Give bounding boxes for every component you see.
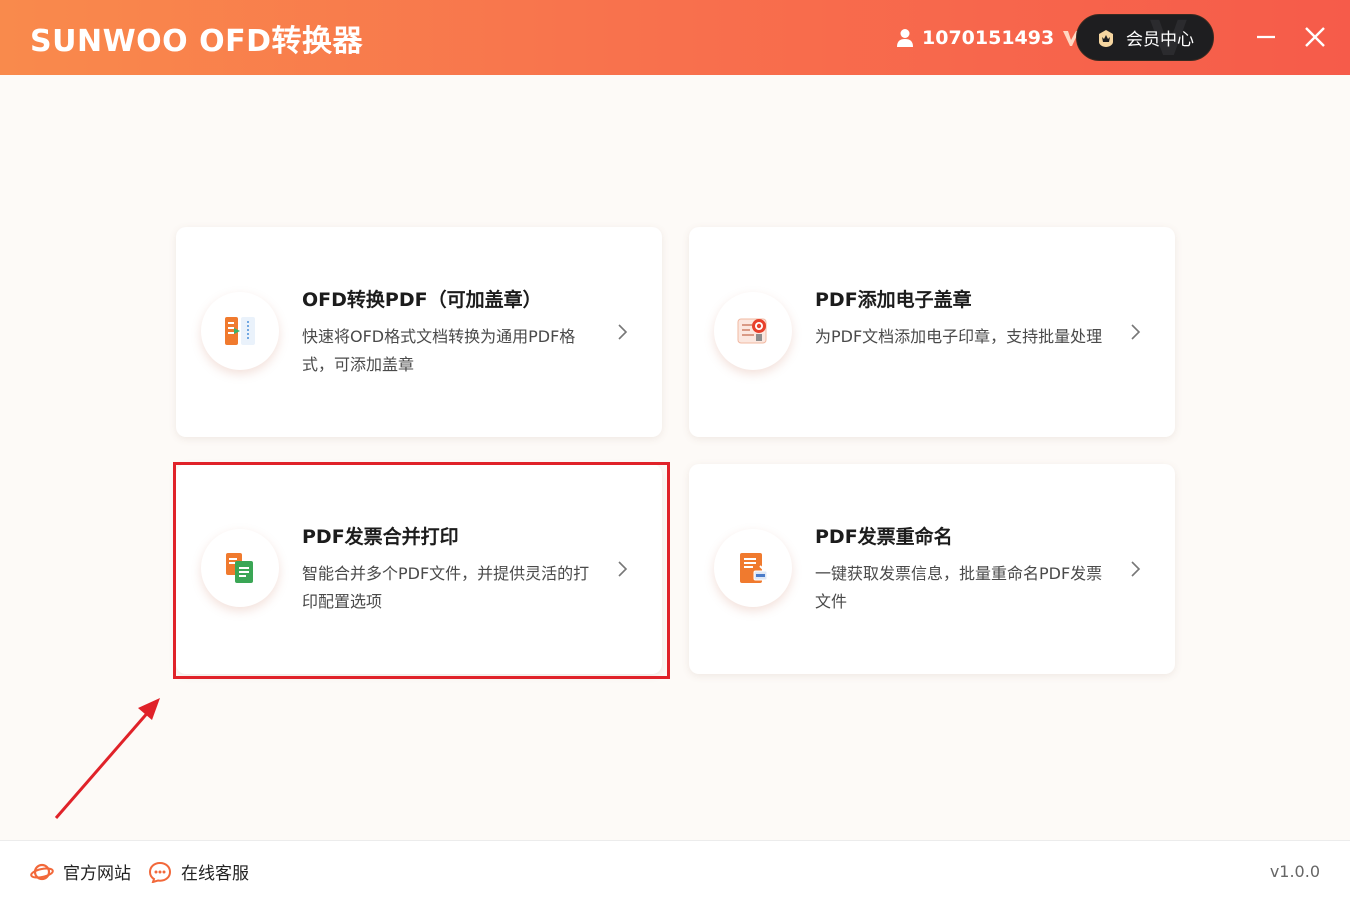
- annotation-arrow-icon: [54, 698, 160, 819]
- card-title: PDF发票重命名: [815, 526, 953, 548]
- rename-icon: [740, 553, 768, 583]
- icon-badge: [714, 529, 792, 607]
- user-info[interactable]: 1070151493: [896, 24, 1080, 52]
- chevron-right-icon: [618, 561, 628, 577]
- planet-icon: [30, 863, 54, 880]
- official-website-link[interactable]: 官方网站: [30, 859, 131, 884]
- stamp-icon: [737, 318, 767, 344]
- footer-bar: 官方网站 在线客服 v1.0.0: [0, 840, 1350, 901]
- card-description: 智能合并多个PDF文件，并提供灵活的打印配置选项: [302, 564, 590, 611]
- card-title: OFD转换PDF（可加盖章）: [302, 289, 542, 311]
- card-title: PDF发票合并打印: [302, 526, 459, 548]
- ofd-convert-icon: [225, 317, 255, 345]
- chevron-right-icon: [618, 324, 628, 340]
- member-center-button[interactable]: V 会员中心: [1076, 14, 1214, 61]
- online-service-label: 在线客服: [181, 864, 249, 884]
- member-center-label: 会员中心: [1126, 30, 1194, 50]
- app-title: SUNWOO OFD转换器: [30, 24, 364, 59]
- chevron-right-icon: [1131, 561, 1141, 577]
- chevron-right-icon: [1131, 324, 1141, 340]
- card-ofd-to-pdf[interactable]: OFD转换PDF（可加盖章） 快速将OFD格式文档转换为通用PDF格式，可添加盖…: [176, 227, 662, 437]
- version-label: v1.0.0: [1269, 862, 1320, 881]
- official-website-label: 官方网站: [63, 864, 131, 884]
- icon-badge: [201, 292, 279, 370]
- card-description: 一键获取发票信息，批量重命名PDF发票文件: [815, 564, 1103, 611]
- crown-icon: [1099, 29, 1113, 47]
- merge-print-icon: [226, 553, 253, 583]
- card-title: PDF添加电子盖章: [815, 289, 972, 311]
- close-icon[interactable]: [1302, 24, 1328, 50]
- card-description: 快速将OFD格式文档转换为通用PDF格式，可添加盖章: [302, 327, 576, 374]
- online-service-link[interactable]: 在线客服: [148, 859, 249, 884]
- card-invoice-merge-print[interactable]: PDF发票合并打印 智能合并多个PDF文件，并提供灵活的打印配置选项: [176, 464, 662, 674]
- user-icon: [897, 29, 913, 47]
- card-invoice-rename[interactable]: PDF发票重命名 一键获取发票信息，批量重命名PDF发票文件: [689, 464, 1175, 674]
- icon-badge: [201, 529, 279, 607]
- title-bar: SUNWOO OFD转换器 1070151493 V 会员中心: [0, 0, 1350, 75]
- chat-icon: [148, 861, 172, 883]
- minimize-icon[interactable]: [1253, 24, 1279, 50]
- icon-badge: [714, 292, 792, 370]
- user-id: 1070151493: [922, 27, 1055, 49]
- card-pdf-stamp[interactable]: PDF添加电子盖章 为PDF文档添加电子印章，支持批量处理: [689, 227, 1175, 437]
- card-description: 为PDF文档添加电子印章，支持批量处理: [815, 327, 1103, 346]
